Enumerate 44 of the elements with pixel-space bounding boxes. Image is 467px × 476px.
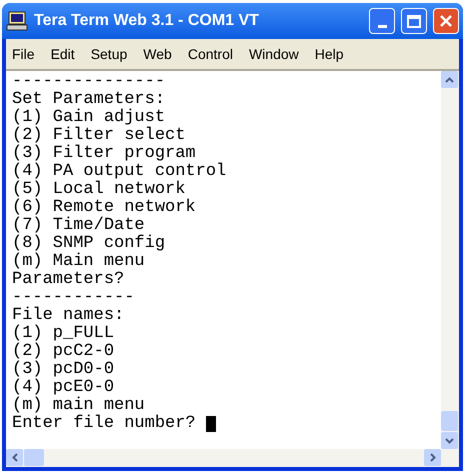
maximize-button[interactable] [401, 8, 427, 34]
terminal-line: (m) main menu [12, 397, 145, 415]
terminal-line: Parameters? [12, 271, 124, 289]
terminal-line: (4) pcE0-0 [12, 379, 114, 397]
terminal-line: (4) PA output control [12, 163, 226, 181]
terminal-line: (1) p_FULL [12, 325, 114, 343]
minimize-button[interactable] [369, 8, 395, 34]
terminal-line: (3) pcD0-0 [12, 361, 114, 379]
menu-item[interactable]: Setup [90, 44, 128, 64]
menu-item[interactable]: Web [143, 44, 172, 64]
scroll-thumb[interactable] [441, 411, 458, 431]
vertical-scrollbar[interactable] [441, 71, 459, 449]
terminal-line: (1) Gain adjust [12, 109, 166, 127]
left-chevron-icon [12, 453, 18, 462]
scroll-left-button[interactable] [6, 449, 23, 466]
window-title: Tera Term Web 3.1 - COM1 VT [34, 11, 260, 31]
terminal-line: (5) Local network [12, 181, 186, 199]
terminal-line: (m) Main menu [12, 253, 145, 271]
menu-item[interactable]: Control [188, 44, 233, 64]
right-chevron-icon [430, 453, 436, 462]
terminal-line: (2) pcC2-0 [12, 343, 114, 361]
terminal-line: Set Parameters: [12, 91, 166, 109]
terminal-line: (8) SNMP config [12, 235, 166, 253]
menu-item[interactable]: File [12, 44, 35, 64]
terminal-line: File names: [12, 307, 124, 325]
terminal-line: --------------- [12, 73, 166, 91]
down-chevron-icon [445, 438, 454, 444]
menu-item[interactable]: Help [314, 44, 344, 64]
terminal-line: (6) Remote network [12, 199, 196, 217]
scroll-thumb[interactable] [24, 449, 44, 466]
menu-item[interactable]: Edit [50, 44, 75, 64]
terminal-line: (7) Time/Date [12, 217, 145, 235]
terminal-line: Enter file number? [12, 415, 197, 433]
terminal-line: (2) Filter select [12, 127, 186, 145]
menu-item[interactable]: Window [248, 44, 299, 64]
up-chevron-icon [445, 76, 454, 82]
scroll-down-button[interactable] [441, 432, 458, 449]
scroll-up-button[interactable] [441, 71, 458, 88]
close-button[interactable] [433, 8, 459, 34]
terminal-line: (3) Filter program [12, 145, 196, 163]
terminal-line: ------------ [12, 289, 134, 307]
scroll-right-button[interactable] [424, 449, 441, 466]
close-icon [439, 14, 453, 28]
terminal-icon [6, 11, 28, 31]
